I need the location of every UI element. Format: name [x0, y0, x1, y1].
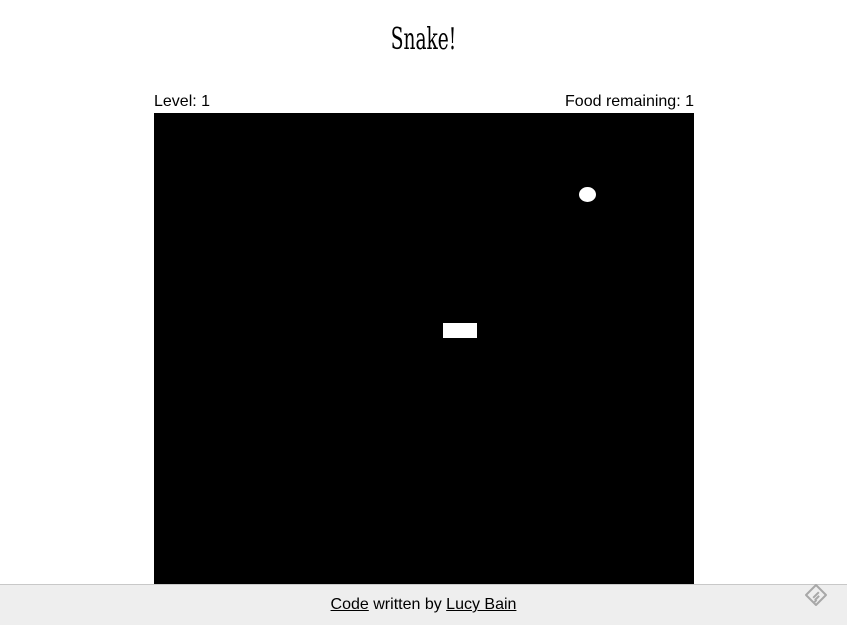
- food-pellet: [579, 187, 596, 202]
- footer-written-by-text: written by: [373, 596, 442, 613]
- food-remaining-label: Food remaining: 1: [565, 93, 694, 110]
- code-link[interactable]: Code: [331, 596, 369, 614]
- feedly-icon[interactable]: [803, 582, 829, 608]
- game-board[interactable]: [154, 113, 694, 593]
- page-title: Snake!: [390, 22, 457, 57]
- level-label: Level: 1: [154, 93, 211, 110]
- footer-bar: Code written by Lucy Bain: [0, 584, 847, 625]
- snake-body: [443, 323, 477, 338]
- author-link[interactable]: Lucy Bain: [446, 596, 516, 614]
- game-stats: Level: 1 Food remaining: 1: [154, 91, 694, 113]
